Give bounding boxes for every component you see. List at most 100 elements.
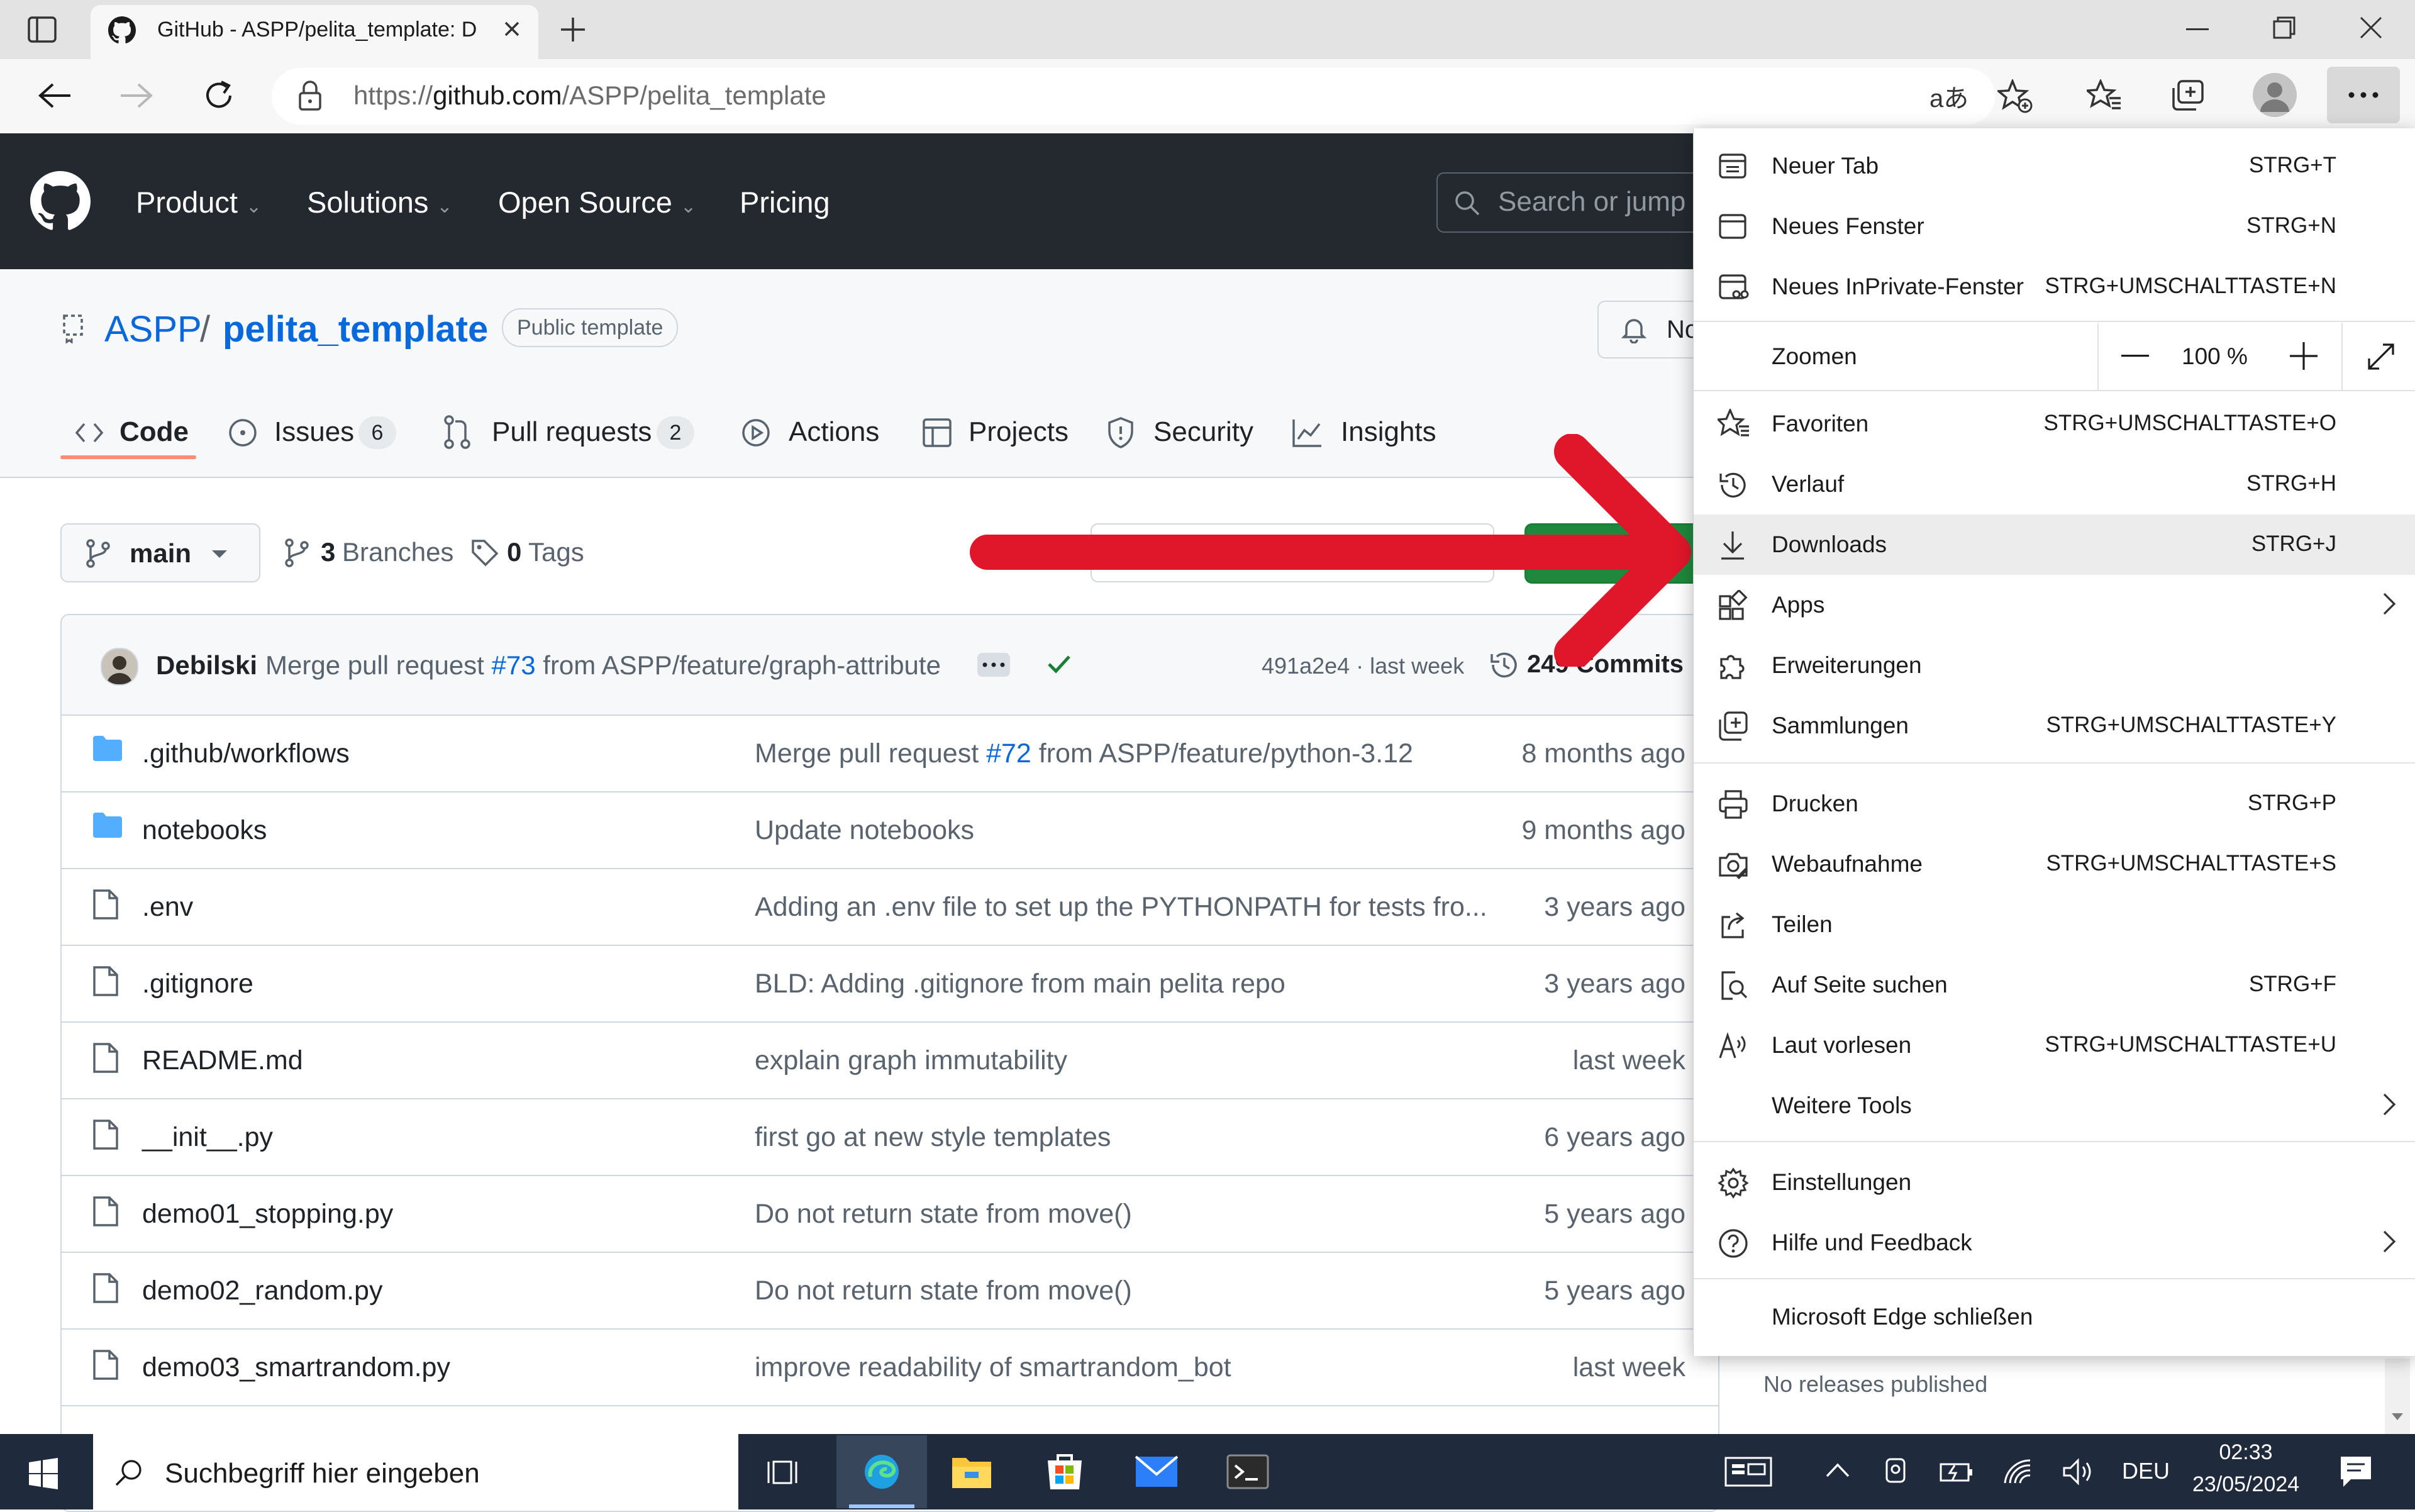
lock-icon[interactable]: [298, 81, 322, 111]
menu-item-favorites[interactable]: Favoriten STRG+UMSCHALTTASTE+O: [1694, 394, 2415, 454]
add-favorite-icon[interactable]: [1997, 79, 2033, 113]
menu-item-read-aloud[interactable]: Laut vorlesen STRG+UMSCHALTTASTE+U: [1694, 1015, 2415, 1076]
menu-item-share[interactable]: Teilen: [1694, 894, 2415, 955]
menu-item-downloads[interactable]: Downloads STRG+J: [1694, 514, 2415, 575]
file-commit-message[interactable]: Update notebooks: [755, 815, 974, 846]
tags-count: 0: [507, 537, 522, 567]
nav-pricing[interactable]: Pricing: [740, 185, 830, 220]
file-row[interactable]: README.md explain graph immutability las…: [62, 1021, 1718, 1099]
keyboard-language[interactable]: DEU: [2122, 1458, 2170, 1484]
file-name[interactable]: demo02_random.py: [142, 1276, 382, 1306]
menu-item-print[interactable]: Drucken STRG+P: [1694, 774, 2415, 834]
menu-shortcut: STRG+UMSCHALTTASTE+O: [2043, 411, 2336, 435]
tab-close-icon[interactable]: [502, 19, 522, 39]
microsoft-store-icon[interactable]: [1044, 1450, 1085, 1492]
repo-owner-link[interactable]: ASPP: [104, 308, 202, 350]
menu-item-collections[interactable]: Sammlungen STRG+UMSCHALTTASTE+Y: [1694, 696, 2415, 756]
nav-open-source[interactable]: Open Source ⌄: [498, 185, 696, 220]
menu-item-inprivate[interactable]: Neues InPrivate-Fenster STRG+UMSCHALTTAS…: [1694, 257, 2415, 317]
file-commit-message[interactable]: Do not return state from move(): [755, 1199, 1132, 1230]
file-commit-message[interactable]: Adding an .env file to set up the PYTHON…: [755, 892, 1487, 923]
wifi-icon[interactable]: [2002, 1458, 2033, 1486]
forward-icon[interactable]: [119, 82, 155, 109]
commit-message[interactable]: Merge pull request #73 from ASPP/feature…: [265, 650, 941, 681]
file-name[interactable]: README.md: [142, 1045, 303, 1076]
minimize-icon[interactable]: [2186, 28, 2209, 31]
window-close-icon[interactable]: [2360, 16, 2382, 39]
file-row[interactable]: demo03_smartrandom.py improve readabilit…: [62, 1328, 1718, 1406]
task-view-icon[interactable]: [767, 1458, 800, 1487]
action-center-icon[interactable]: [2338, 1454, 2373, 1489]
back-icon[interactable]: [36, 82, 72, 109]
url-text[interactable]: https://github.com/ASPP/pelita_template: [353, 81, 826, 111]
menu-item-apps[interactable]: Apps: [1694, 575, 2415, 635]
menu-item-history[interactable]: Verlauf STRG+H: [1694, 454, 2415, 514]
zoom-out-icon[interactable]: [2121, 355, 2149, 357]
file-explorer-icon[interactable]: [951, 1453, 992, 1491]
author-avatar[interactable]: [101, 648, 138, 686]
menu-item-help[interactable]: Hilfe und Feedback: [1694, 1213, 2415, 1273]
github-search-input[interactable]: Search or jump t: [1436, 172, 1703, 233]
file-name[interactable]: demo03_smartrandom.py: [142, 1352, 450, 1383]
page-scrollbar[interactable]: [2385, 1359, 2410, 1434]
file-row[interactable]: demo02_random.py Do not return state fro…: [62, 1252, 1718, 1330]
menu-item-close-edge[interactable]: Microsoft Edge schließen: [1694, 1287, 2415, 1347]
menu-item-new-window[interactable]: Neues Fenster STRG+N: [1694, 196, 2415, 257]
file-row[interactable]: .gitignore BLD: Adding .gitignore from m…: [62, 945, 1718, 1023]
file-commit-pr-link[interactable]: #72: [986, 738, 1031, 769]
menu-item-extensions[interactable]: Erweiterungen: [1694, 635, 2415, 696]
notification-badge-icon[interactable]: [1724, 1457, 1772, 1487]
file-name[interactable]: .github/workflows: [142, 738, 350, 769]
chevron-up-icon[interactable]: [1825, 1462, 1850, 1478]
menu-item-new-tab[interactable]: Neuer Tab STRG+T: [1694, 136, 2415, 196]
fullscreen-icon[interactable]: [2367, 342, 2396, 371]
menu-item-settings[interactable]: Einstellungen: [1694, 1152, 2415, 1213]
file-commit-message[interactable]: first go at new style templates: [755, 1122, 1111, 1153]
share-icon: [1721, 912, 1745, 938]
menu-item-web-capture[interactable]: Webaufnahme STRG+UMSCHALTTASTE+S: [1694, 834, 2415, 894]
repo-name-link[interactable]: pelita_template: [223, 308, 488, 350]
file-name[interactable]: .env: [142, 892, 193, 923]
windows-start-icon[interactable]: [28, 1458, 59, 1489]
file-commit-message[interactable]: Do not return state from move(): [755, 1276, 1132, 1306]
taskbar-clock[interactable]: 02:33 23/05/2024: [2192, 1440, 2299, 1497]
chevron-right-icon: [2383, 592, 2396, 615]
meet-now-icon[interactable]: [1884, 1457, 1909, 1486]
branch-selector[interactable]: main: [60, 523, 260, 582]
file-commit-message[interactable]: explain graph immutability: [755, 1045, 1067, 1076]
nav-solutions[interactable]: Solutions ⌄: [307, 185, 453, 220]
file-name[interactable]: notebooks: [142, 815, 267, 846]
menu-item-find-on-page[interactable]: Auf Seite suchen STRG+F: [1694, 955, 2415, 1015]
file-row[interactable]: notebooks Update notebooks 9 months ago: [62, 791, 1718, 869]
file-name[interactable]: __init__.py: [142, 1122, 273, 1153]
new-tab-icon[interactable]: [558, 15, 587, 44]
commit-author[interactable]: Debilski: [156, 650, 257, 681]
read-aloud-translate-icon[interactable]: aあ: [1929, 78, 1968, 114]
collections-icon[interactable]: [2171, 79, 2206, 112]
nav-product[interactable]: Product ⌄: [136, 185, 262, 220]
favorites-icon[interactable]: [2087, 79, 2122, 112]
file-commit-message[interactable]: Merge pull request #72 from ASPP/feature…: [755, 738, 1413, 769]
profile-avatar[interactable]: [2253, 73, 2297, 117]
terminal-icon[interactable]: [1226, 1454, 1269, 1489]
file-commit-message[interactable]: BLD: Adding .gitignore from main pelita …: [755, 969, 1285, 999]
file-commit-message[interactable]: improve readability of smartrandom_bot: [755, 1352, 1231, 1383]
file-row[interactable]: .github/workflows Merge pull request #72…: [62, 714, 1718, 792]
menu-item-more-tools[interactable]: Weitere Tools: [1694, 1076, 2415, 1136]
taskbar-edge-app[interactable]: [836, 1435, 927, 1508]
zoom-in-icon[interactable]: [2290, 342, 2318, 370]
file-name[interactable]: .gitignore: [142, 969, 253, 999]
file-row[interactable]: demo01_stopping.py Do not return state f…: [62, 1175, 1718, 1253]
mail-icon[interactable]: [1135, 1455, 1179, 1488]
settings-and-more-button[interactable]: [2327, 67, 2400, 123]
github-logo-icon[interactable]: [30, 171, 91, 231]
tab-actions-icon[interactable]: [28, 16, 57, 43]
file-row[interactable]: __init__.py first go at new style templa…: [62, 1098, 1718, 1176]
restore-icon[interactable]: [2273, 16, 2296, 39]
commit-pr-link[interactable]: #73: [492, 650, 536, 680]
file-name[interactable]: demo01_stopping.py: [142, 1199, 393, 1230]
menu-separator: [1694, 1278, 2415, 1279]
refresh-icon[interactable]: [203, 79, 235, 112]
volume-icon[interactable]: [2062, 1458, 2096, 1486]
file-row[interactable]: .env Adding an .env file to set up the P…: [62, 868, 1718, 946]
